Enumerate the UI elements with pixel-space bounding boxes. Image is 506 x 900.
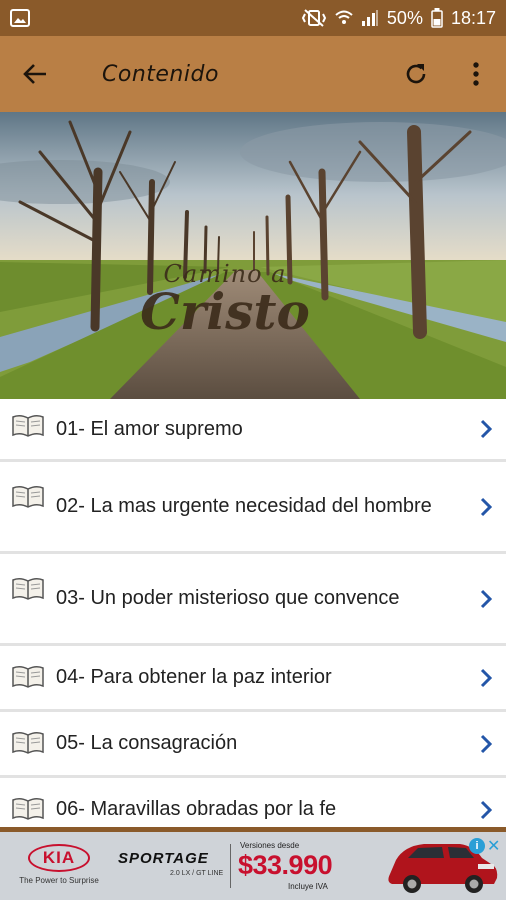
ad-divider bbox=[230, 844, 231, 888]
header-image: Camino a Cristo bbox=[0, 112, 506, 399]
chevron-right-icon bbox=[466, 668, 506, 688]
overflow-menu-button[interactable] bbox=[446, 36, 506, 112]
refresh-icon bbox=[406, 64, 426, 84]
chevron-right-icon bbox=[466, 734, 506, 754]
ad-tagline: The Power to Surprise bbox=[19, 876, 99, 885]
battery-icon bbox=[431, 8, 443, 28]
more-vert-icon bbox=[473, 62, 479, 86]
back-button[interactable] bbox=[0, 36, 70, 112]
ad-from-label: Versiones desde bbox=[240, 841, 300, 850]
ad-tax-note: Incluye IVA bbox=[288, 882, 328, 891]
chevron-right-icon bbox=[466, 419, 506, 439]
chapter-title: 04- Para obtener la paz interior bbox=[56, 666, 332, 688]
kia-logo: KIA The Power to Surprise bbox=[14, 844, 104, 885]
book-icon bbox=[0, 462, 56, 510]
tree-lined-road-image bbox=[0, 112, 506, 399]
chapter-item-6[interactable]: 06- Maravillas obradas por la fe bbox=[0, 778, 506, 827]
arrow-back-icon bbox=[23, 64, 46, 84]
book-icon bbox=[0, 646, 56, 690]
chapter-item-1[interactable]: 01- El amor supremo bbox=[0, 399, 506, 462]
status-bar: 50% 18:17 bbox=[0, 0, 506, 36]
chapter-list: 01- El amor supremo 02- La mas urgente n… bbox=[0, 399, 506, 827]
chapter-item-3[interactable]: 03- Un poder misterioso que convence bbox=[0, 554, 506, 646]
chevron-right-icon bbox=[466, 800, 506, 820]
book-icon bbox=[0, 778, 56, 822]
app-toolbar: Contenido bbox=[0, 36, 506, 112]
ad-trims: 2.0 LX / GT LINE bbox=[170, 870, 224, 877]
ad-close-icon[interactable]: ✕ bbox=[487, 836, 500, 856]
refresh-button[interactable] bbox=[386, 36, 446, 112]
chapter-title: 01- El amor supremo bbox=[56, 417, 243, 440]
clock: 18:17 bbox=[450, 7, 496, 28]
ad-info-icon[interactable]: i bbox=[469, 838, 485, 854]
ad-model: SPORTAGE bbox=[118, 850, 209, 867]
vibrate-mute-icon bbox=[301, 8, 327, 28]
gallery-notification-icon bbox=[10, 9, 30, 27]
chapter-item-4[interactable]: 04- Para obtener la paz interior bbox=[0, 646, 506, 712]
book-icon bbox=[0, 399, 56, 439]
wifi-icon bbox=[335, 9, 353, 27]
chevron-right-icon bbox=[466, 497, 506, 517]
chapter-title: 02- La mas urgente necesidad del hombre bbox=[56, 495, 432, 517]
book-icon bbox=[0, 712, 56, 756]
book-icon bbox=[0, 554, 56, 602]
chapter-title: 05- La consagración bbox=[56, 732, 238, 754]
ad-banner[interactable]: KIA The Power to Surprise SPORTAGE 2.0 L… bbox=[0, 827, 506, 900]
chapter-item-2[interactable]: 02- La mas urgente necesidad del hombre bbox=[0, 462, 506, 554]
chevron-right-icon bbox=[466, 589, 506, 609]
chapter-title: 06- Maravillas obradas por la fe bbox=[56, 798, 337, 820]
page-title: Contenido bbox=[102, 61, 219, 87]
chapter-title: 03- Un poder misterioso que convence bbox=[56, 587, 400, 609]
signal-icon bbox=[361, 9, 379, 27]
battery-percent: 50% bbox=[386, 7, 423, 28]
ad-price: $33.990 bbox=[238, 850, 333, 880]
chapter-item-5[interactable]: 05- La consagración bbox=[0, 712, 506, 778]
